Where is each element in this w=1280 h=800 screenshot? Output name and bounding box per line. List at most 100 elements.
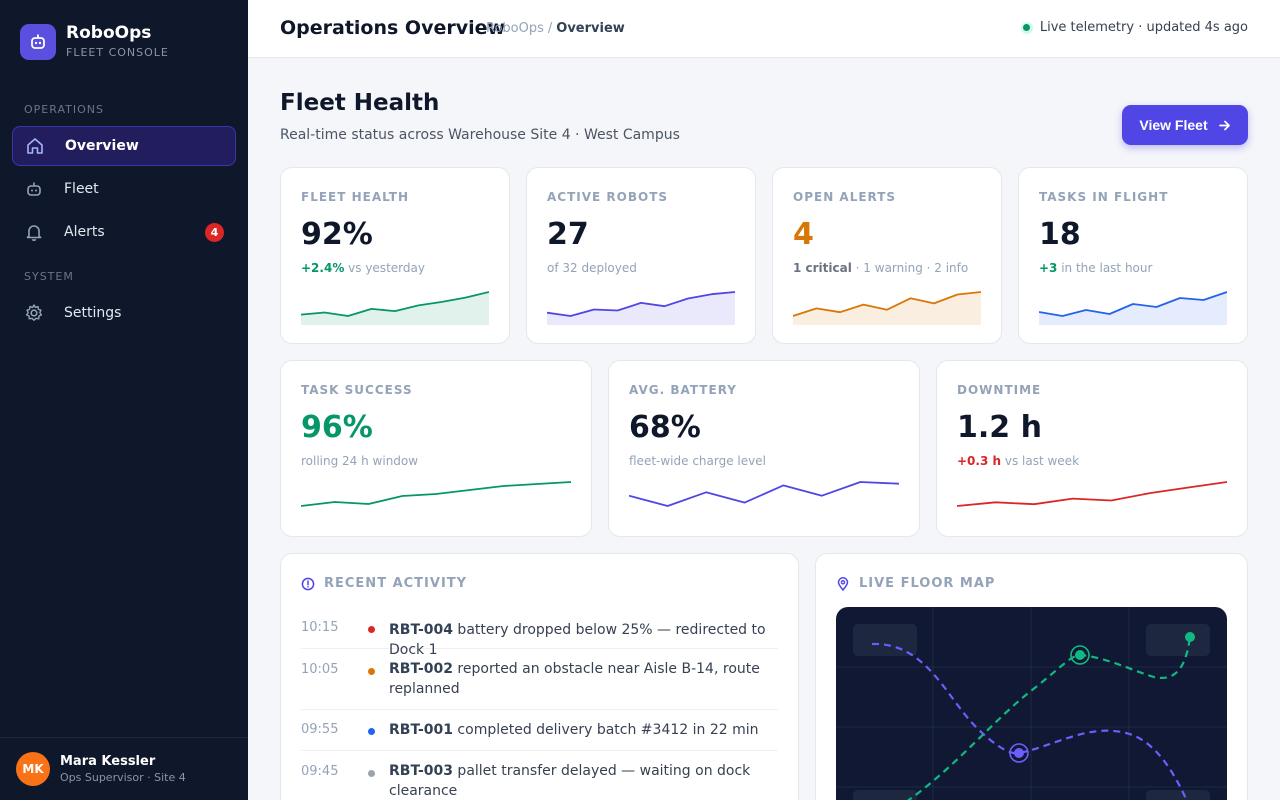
kpi-delta: +0.3 h [957,454,1002,468]
severity-dot-icon [368,770,375,777]
nav-section-system: SYSTEM [24,270,74,283]
view-fleet-button[interactable]: View Fleet [1122,105,1248,145]
robot-id: RBT-003 [389,763,453,779]
robot-icon [24,179,44,199]
sparkline [1039,291,1227,325]
sidebar-item-alerts[interactable]: Alerts 4 [12,212,236,252]
kpi-card-active-robots[interactable]: ACTIVE ROBOTS 27 of 32 deployed [526,167,756,344]
gear-icon [24,303,44,323]
robot-id: RBT-004 [389,622,453,638]
avatar: MK [16,752,50,786]
brand[interactable]: RoboOps FLEET CONSOLE [20,23,169,61]
live-status-dot-icon [1020,21,1033,34]
breadcrumb-current: Overview [556,21,625,36]
severity-dot-icon [368,668,375,675]
activity-text: RBT-002 reported an obstacle near Aisle … [389,659,784,699]
robot-marker-core-icon [1014,748,1024,758]
kpi-value: 4 [793,217,814,252]
brand-name: RoboOps [66,23,152,43]
live-status-text: Live telemetry · updated 4s ago [1039,20,1248,35]
severity-dot-icon [368,626,375,633]
section-title: Fleet Health [280,90,440,116]
sparkline [301,481,571,507]
activity-time: 10:15 [301,620,339,635]
page-title: Operations Overview [280,17,506,39]
kpi-subtext: +3 in the last hour [1039,261,1152,275]
sparkline-area [547,292,735,325]
sparkline [547,291,735,325]
kpi-delta: +2.4% [301,261,345,275]
section-subtitle: Real-time status across Warehouse Site 4… [280,127,680,143]
sidebar-item-overview[interactable]: Overview [12,126,236,166]
sidebar-item-settings[interactable]: Settings [12,293,236,333]
floor-map-header: LIVE FLOOR MAP [836,576,995,591]
floor-map-canvas[interactable] [836,607,1227,800]
recent-activity-title: RECENT ACTIVITY [324,576,468,591]
kpi-value: 68% [629,410,701,445]
kpi-value: 1.2 h [957,410,1042,445]
kpi-delta: +3 [1039,261,1058,275]
sparkline-area [1039,292,1227,325]
kpi-sub-label: in the last hour [1057,261,1153,275]
dock-zone [853,790,917,800]
sidebar-item-label: Fleet [64,181,99,197]
activity-time: 09:45 [301,764,339,779]
floor-map-title: LIVE FLOOR MAP [859,576,996,591]
kpi-card-tasks-in-flight[interactable]: TASKS IN FLIGHT 18 +3 in the last hour [1018,167,1248,344]
activity-message: completed delivery batch #3412 in 22 min [452,722,759,738]
kpi-value: 96% [301,410,373,445]
live-status: Live telemetry · updated 4s ago [1020,20,1248,35]
activity-row[interactable]: 10:05 RBT-002 reported an obstacle near … [301,649,778,710]
sparkline [629,481,899,507]
kpi-card-open-alerts[interactable]: OPEN ALERTS 4 1 critical · 1 warning · 2… [772,167,1002,344]
kpi-sub-label: · 1 warning · 2 info [851,261,969,275]
activity-clock-icon [301,577,315,591]
user-profile[interactable]: MK Mara Kessler Ops Supervisor · Site 4 [0,737,248,800]
view-fleet-label: View Fleet [1139,117,1208,133]
sparkline [301,291,489,325]
kpi-subtext: 1 critical · 1 warning · 2 info [793,261,968,275]
user-name: Mara Kessler [60,754,156,769]
kpi-label: DOWNTIME [957,383,1042,397]
kpi-label: OPEN ALERTS [793,190,897,204]
kpi-card-downtime[interactable]: DOWNTIME 1.2 h +0.3 h vs last week [936,360,1248,537]
floor-map-panel: LIVE FLOOR MAP [815,553,1248,800]
sidebar-item-fleet[interactable]: Fleet [12,169,236,209]
activity-row[interactable]: 10:15 RBT-004 battery dropped below 25% … [301,617,778,658]
recent-activity-panel: RECENT ACTIVITY 10:15 RBT-004 battery dr… [280,553,799,800]
kpi-subtext: of 32 deployed [547,261,637,275]
sparkline-line [629,481,899,507]
kpi-label: AVG. BATTERY [629,383,737,397]
sparkline-line [957,481,1227,507]
kpi-value: 27 [547,217,589,252]
bell-icon [24,222,44,242]
robot-marker-core-icon [1075,650,1085,660]
sparkline-line [301,481,571,507]
activity-row[interactable]: 09:45 RBT-003 pallet transfer delayed — … [301,751,778,800]
kpi-card-task-success[interactable]: TASK SUCCESS 96% rolling 24 h window [280,360,592,537]
sidebar-item-label: Settings [64,305,122,321]
kpi-card-avg-battery[interactable]: AVG. BATTERY 68% fleet-wide charge level [608,360,920,537]
kpi-card-fleet-health[interactable]: FLEET HEALTH 92% +2.4% vs yesterday [280,167,510,344]
arrow-right-icon [1218,119,1231,132]
kpi-label: FLEET HEALTH [301,190,410,204]
sidebar: RoboOps FLEET CONSOLE OPERATIONS Overvie… [0,0,248,800]
kpi-subtext: fleet-wide charge level [629,454,766,468]
brand-subtitle: FLEET CONSOLE [66,46,169,59]
home-icon [25,136,45,156]
sparkline [957,481,1227,507]
kpi-delta: 1 critical [793,261,852,275]
robot-id: RBT-001 [389,722,453,738]
topbar: Operations Overview RoboOps / Overview Liv… [248,0,1280,58]
sparkline [793,291,981,325]
robot-route-path [906,636,1192,800]
recent-activity-header: RECENT ACTIVITY [301,576,467,591]
user-role: Ops Supervisor · Site 4 [60,771,186,784]
activity-row[interactable]: 09:55 RBT-001 completed delivery batch #… [301,710,778,751]
kpi-subtext: +2.4% vs yesterday [301,261,425,275]
severity-dot-icon [368,728,375,735]
breadcrumb-root[interactable]: RoboOps [486,21,544,36]
map-pin-icon [836,576,850,591]
kpi-subtext: +0.3 h vs last week [957,454,1079,468]
activity-time: 10:05 [301,662,339,677]
